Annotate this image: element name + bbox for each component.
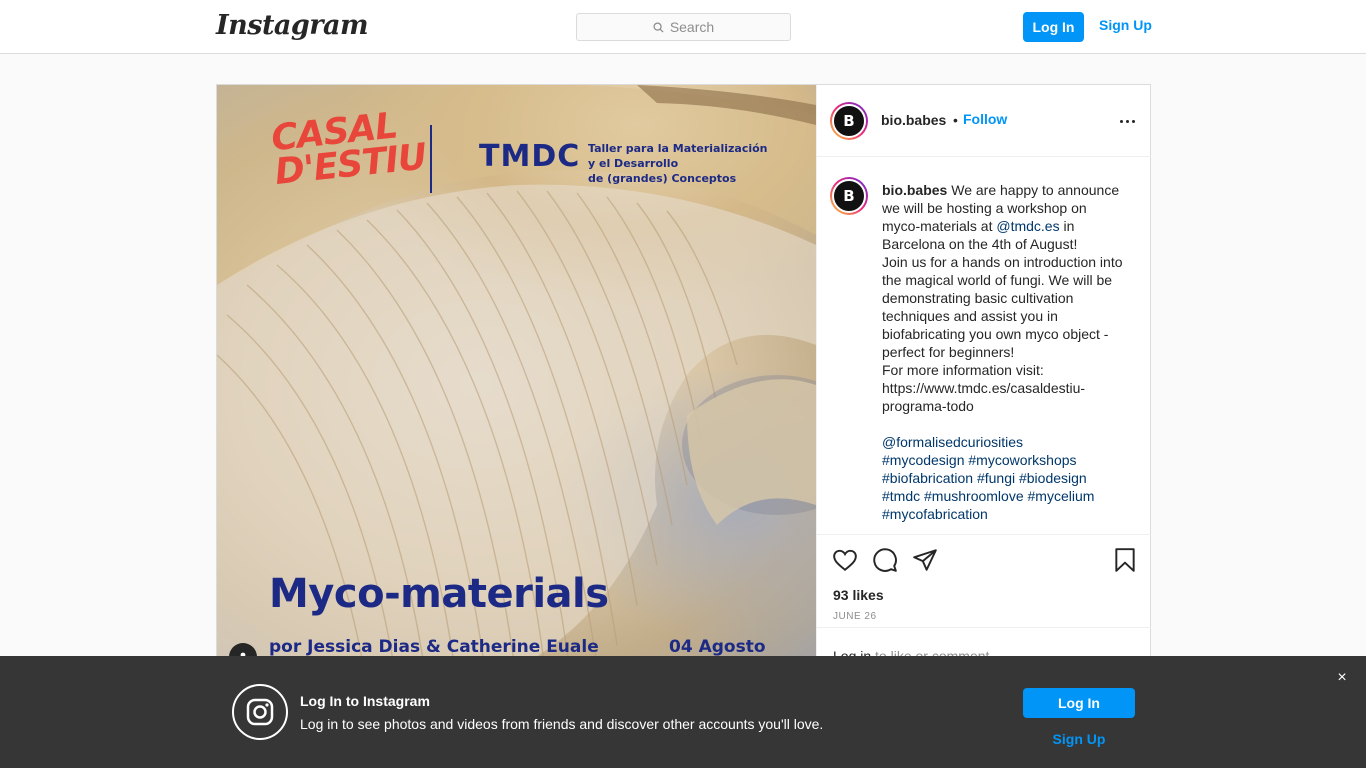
search-icon [653,21,664,33]
poster-title: Myco-materials [269,571,609,617]
instagram-camera-icon [232,684,288,740]
post-sidebar: B bio.babes • Follow B bio.babes We are … [816,85,1151,703]
instagram-logo[interactable]: Instagram [216,10,369,41]
top-navbar: Instagram Search Log In Sign Up [0,0,1366,54]
hashtag-line[interactable]: #mycofabrication [882,505,1140,523]
poster-org-line: y el Desarrollo [588,157,679,170]
post-caption: bio.babes We are happy to announce we wi… [882,181,1140,523]
caption-text: Join us for a hands on introduction into [882,254,1123,270]
avatar-b-icon: B [832,179,866,213]
poster-divider [430,125,432,193]
hashtag-line[interactable]: @formalisedcuriosities [882,433,1140,451]
search-input[interactable]: Search [576,13,791,41]
banner-text: Log in to see photos and videos from fri… [300,716,824,732]
poster-date: 04 Agosto [669,637,766,657]
hashtag-line[interactable]: #biofabrication #fungi #biodesign [882,469,1140,487]
caption-text: Barcelona on the 4th of August! [882,236,1078,252]
signup-link[interactable]: Sign Up [1099,17,1152,33]
caption-url: https://www.tmdc.es/casaldestiu- [882,380,1086,396]
banner-title: Log In to Instagram [300,693,430,709]
bookmark-icon[interactable] [1112,547,1138,573]
more-options-icon[interactable] [1117,111,1137,131]
caption-text: we will be hosting a workshop on [882,200,1087,216]
avatar[interactable]: B [830,102,868,140]
caption-text: perfect for beginners! [882,344,1015,360]
banner-signup-link[interactable]: Sign Up [1023,731,1135,747]
post-username[interactable]: bio.babes [881,112,946,128]
login-banner: Log In to Instagram Log in to see photos… [0,656,1366,768]
caption-text: myco-materials at [882,218,997,234]
caption-text: demonstrating basic cultivation [882,290,1074,306]
post-card: CASAL D'ESTIU TMDC Taller para la Materi… [216,84,1151,704]
poster-brand-text: CASAL D'ESTIU [269,105,429,194]
avatar-b-icon: B [832,104,866,138]
separator-dot: • [953,112,958,128]
mention-link[interactable]: @tmdc.es [996,218,1059,234]
poster-authors: por Jessica Dias & Catherine Euale [269,637,599,657]
poster-org-line: Taller para la Materialización [588,142,768,155]
caption-username[interactable]: bio.babes [882,182,947,198]
post-date[interactable]: JUNE 26 [833,611,877,622]
post-image[interactable]: CASAL D'ESTIU TMDC Taller para la Materi… [217,85,816,685]
hashtag-line[interactable]: #tmdc #mushroomlove #mycelium [882,487,1140,505]
caption-text: techniques and assist you in [882,308,1058,324]
poster-org-subtitle: Taller para la Materialización y el Desa… [588,141,778,186]
search-placeholder: Search [669,19,715,35]
follow-button[interactable]: Follow [963,111,1007,127]
caption-text: We are happy to announce [947,182,1120,198]
poster-org-text: TMDC [479,139,581,174]
login-button[interactable]: Log In [1023,12,1084,42]
comment-icon[interactable] [872,547,898,573]
like-count[interactable]: 93 likes [833,587,884,603]
close-icon[interactable]: × [1334,670,1350,686]
caption-text: For more information visit: [882,362,1044,378]
heart-icon[interactable] [832,547,858,573]
caption-text: biofabricating you own myco object - [882,326,1109,342]
poster-org-line: de (grandes) Conceptos [588,172,737,185]
caption-url: programa-todo [882,398,974,414]
caption-text: the magical world of fungi. We will be [882,272,1113,288]
caption-text: in [1059,218,1075,234]
post-header: B bio.babes • Follow [817,85,1151,157]
share-icon[interactable] [912,547,938,573]
hashtag-line[interactable]: #mycodesign #mycoworkshops [882,451,1140,469]
caption-avatar[interactable]: B [830,177,868,215]
banner-login-button[interactable]: Log In [1023,688,1135,718]
